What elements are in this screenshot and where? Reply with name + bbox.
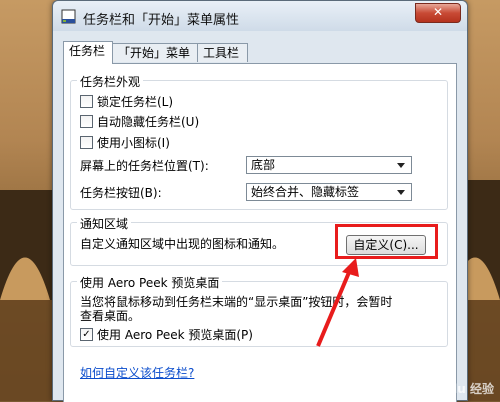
aero-peek-description: 当您将鼠标移动到任务栏末端的“显示桌面”按钮时，会暂时 bbox=[80, 295, 393, 309]
checkbox-box[interactable] bbox=[80, 95, 93, 108]
aero-peek-description-continued: 查看桌面。 bbox=[80, 309, 141, 323]
window-title: 任务栏和「开始」菜单属性 bbox=[83, 13, 240, 28]
watermark: Baidu 经验 bbox=[427, 382, 494, 396]
taskbar-buttons-select[interactable]: 始终合并、隐藏标签 bbox=[246, 183, 412, 201]
checkbox-box[interactable] bbox=[80, 115, 93, 128]
taskbar-location-select[interactable]: 底部 bbox=[246, 156, 412, 174]
title-bar[interactable]: 任务栏和「开始」菜单属性 ✕ bbox=[53, 1, 467, 31]
checkbox-box[interactable] bbox=[80, 136, 93, 149]
group-label: 任务栏外观 bbox=[77, 73, 144, 90]
group-label: 通知区域 bbox=[77, 215, 132, 232]
taskbar-location-label: 屏幕上的任务栏位置(T): bbox=[80, 159, 209, 173]
group-label: 使用 Aero Peek 预览桌面 bbox=[77, 274, 223, 291]
lock-taskbar-checkbox[interactable]: 锁定任务栏(L) bbox=[80, 94, 173, 110]
checkmark-icon[interactable]: ✓ bbox=[80, 328, 93, 341]
tab-taskbar[interactable]: 任务栏 bbox=[63, 41, 113, 64]
chevron-down-icon bbox=[397, 190, 405, 195]
taskbar-properties-dialog: 任务栏和「开始」菜单属性 ✕ 任务栏 「开始」菜单 工具栏 任务栏外观 锁定任务… bbox=[52, 0, 468, 402]
tab-start-menu[interactable]: 「开始」菜单 bbox=[112, 43, 198, 62]
auto-hide-checkbox[interactable]: 自动隐藏任务栏(U) bbox=[80, 114, 199, 130]
chevron-down-icon bbox=[397, 163, 405, 168]
notification-description: 自定义通知区域中出现的图标和通知。 bbox=[80, 237, 285, 251]
annotation-highlight-box bbox=[335, 224, 438, 259]
aero-peek-checkbox[interactable]: ✓ 使用 Aero Peek 预览桌面(P) bbox=[80, 327, 253, 343]
tab-toolbars[interactable]: 工具栏 bbox=[197, 43, 248, 62]
help-link[interactable]: 如何自定义该任务栏? bbox=[80, 364, 194, 381]
small-icons-checkbox[interactable]: 使用小图标(I) bbox=[80, 135, 170, 151]
taskbar-buttons-label: 任务栏按钮(B): bbox=[80, 186, 162, 200]
close-icon: ✕ bbox=[432, 5, 444, 19]
close-button[interactable]: ✕ bbox=[415, 3, 461, 23]
taskbar-app-icon bbox=[61, 9, 76, 24]
